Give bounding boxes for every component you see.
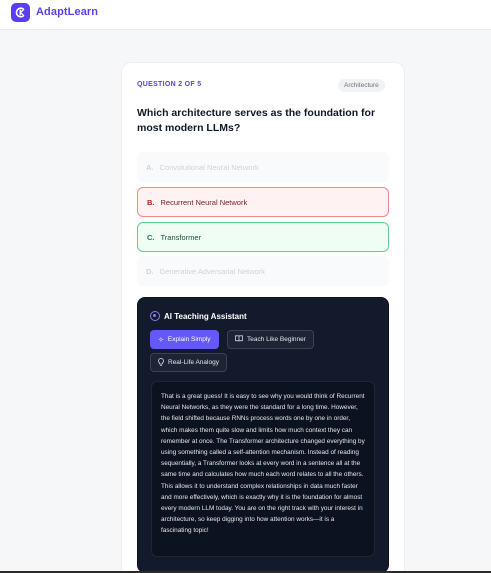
option-letter: D. — [146, 266, 154, 276]
option-letter: A. — [146, 162, 154, 172]
top-bar: AdaptLearn — [0, 0, 491, 30]
option-b-incorrect[interactable]: B. Recurrent Neural Network — [137, 187, 389, 217]
option-text: Generative Adversarial Network — [159, 266, 265, 276]
question-text: Which architecture serves as the foundat… — [137, 107, 376, 134]
option-letter: B. — [147, 197, 155, 207]
option-text: Convolutional Neural Network — [159, 162, 259, 172]
book-icon — [235, 335, 243, 344]
button-label: Explain Simply — [167, 336, 211, 343]
button-label: Teach Like Beginner — [247, 336, 306, 343]
assistant-title: AI Teaching Assistant — [164, 312, 247, 321]
option-d: D. Generative Adversarial Network — [137, 256, 389, 286]
teach-like-beginner-button[interactable]: Teach Like Beginner — [227, 330, 314, 349]
logo-icon[interactable] — [11, 3, 30, 22]
question-progress: QUESTION 2 OF 5 — [137, 81, 202, 88]
real-life-analogy-button[interactable]: Real-Life Analogy — [150, 353, 227, 372]
option-a: A. Convolutional Neural Network — [137, 152, 389, 182]
button-label: Real-Life Analogy — [168, 359, 219, 366]
option-c-correct[interactable]: C. Transformer — [137, 222, 389, 252]
assistant-response: That is a great guess! It is easy to see… — [151, 381, 375, 557]
assistant-icon — [150, 311, 160, 321]
brand-name[interactable]: AdaptLearn — [36, 6, 98, 18]
response-text: That is a great guess! It is easy to see… — [161, 393, 365, 535]
option-letter: C. — [147, 232, 155, 242]
sparkles-icon: ✧ — [158, 336, 164, 344]
option-text: Recurrent Neural Network — [160, 197, 248, 207]
option-text: Transformer — [160, 232, 202, 242]
lightbulb-icon — [158, 357, 164, 368]
explain-simply-button[interactable]: ✧ Explain Simply — [150, 330, 219, 349]
topic-badge: Architecture — [338, 79, 385, 92]
